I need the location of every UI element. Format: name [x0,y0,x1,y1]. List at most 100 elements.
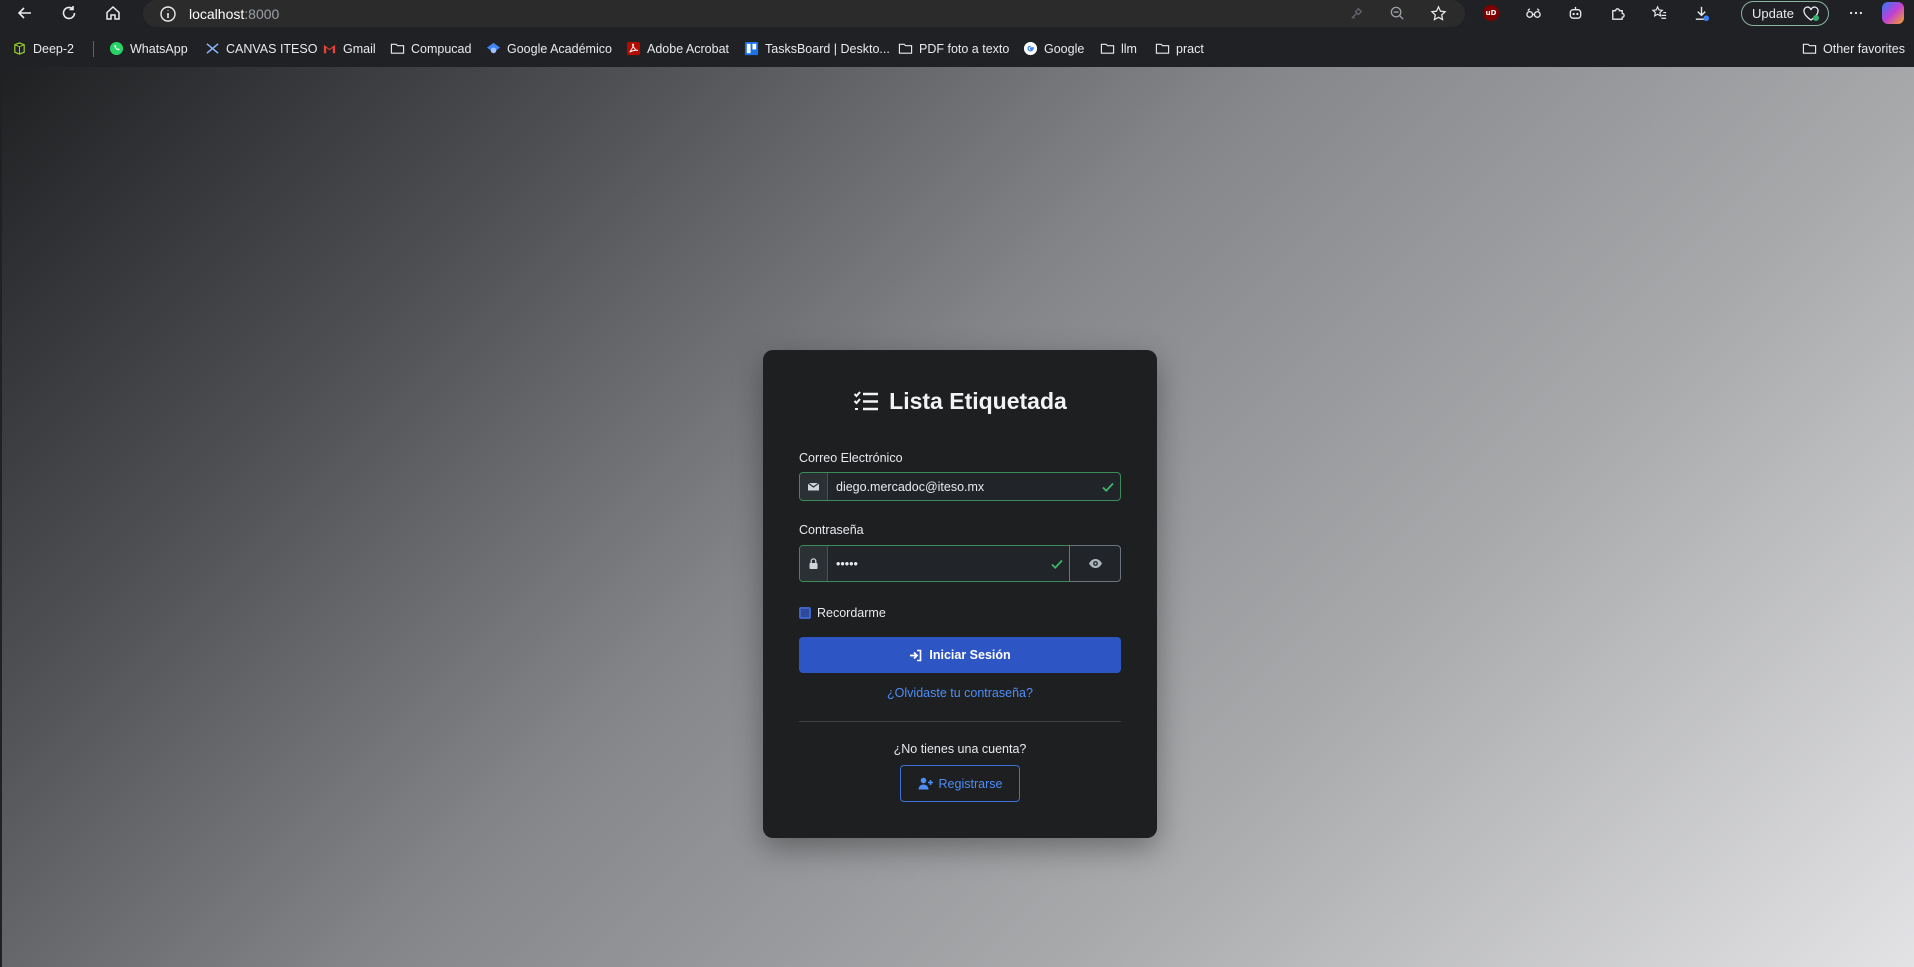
copilot-icon[interactable] [1882,2,1904,24]
reload-icon [62,6,76,20]
bookmark-label: TasksBoard | Deskto... [765,41,890,56]
bookmark-label: llm [1121,41,1137,56]
address-bar[interactable]: localhost:8000 [143,0,1465,27]
no-account-text: ¿No tienes una cuenta? [893,742,1027,756]
email-label: Correo Electrónico [799,451,903,465]
browser-toolbar: localhost:8000 uD Update [0,0,1914,27]
bookmark-label: WhatsApp [130,41,188,56]
glasses-extension[interactable] [1522,2,1544,24]
url-text: localhost:8000 [189,6,279,22]
back-button[interactable] [11,1,39,25]
update-label: Update [1752,6,1794,21]
remember-label: Recordarme [817,606,886,620]
favorites-button[interactable] [1648,2,1670,24]
sign-in-icon [910,649,922,661]
email-input-group [799,472,1121,501]
bookmark-pdf-foto-a-texto[interactable]: PDF foto a texto [898,36,1009,61]
gmail-icon [323,44,336,54]
password-prefix [800,546,828,581]
toggle-password-visibility-button[interactable] [1069,545,1121,582]
bookmark-other-favorites[interactable]: Other favorites [1802,36,1905,61]
robot-icon [1569,6,1581,19]
folder-icon [390,43,405,54]
email-field[interactable] [828,473,1096,500]
login-card: Lista Etiquetada Correo Electrónico Cont… [763,350,1157,838]
password-input-group [799,545,1070,582]
register-button[interactable]: Registrarse [900,765,1020,802]
user-plus-icon [918,777,933,790]
back-arrow-icon [17,7,31,19]
bookmark-tasksboard[interactable]: TasksBoard | Deskto... [744,36,890,61]
downloads-button[interactable] [1690,2,1712,24]
bookmark-label: Google [1044,41,1085,56]
forgot-password-link[interactable]: ¿Olvidaste tu contraseña? [763,686,1157,700]
address-bar-actions [1348,0,1447,27]
remember-me[interactable]: Recordarme [799,606,886,620]
bookmark-canvas-iteso[interactable]: CANVAS ITESO [205,36,317,61]
bookmark-deep-2[interactable]: Deep-2 [12,36,74,61]
home-button[interactable] [99,1,127,25]
url-port: :8000 [244,5,280,22]
bookmark-pract[interactable]: pract [1155,36,1204,61]
eye-icon [1088,559,1102,568]
favorite-star-icon[interactable] [1430,5,1447,22]
extensions-area: uD [1480,0,1712,26]
bookmarks-bar: Deep-2 WhatsApp CANVAS ITESO Gmail Compu… [0,36,1914,61]
bookmark-whatsapp[interactable]: WhatsApp [109,36,188,61]
login-button[interactable]: Iniciar Sesión [799,637,1121,673]
download-icon [1695,6,1709,21]
site-info-icon[interactable] [159,5,177,23]
checkmark-icon [1102,482,1114,492]
lock-icon [809,558,818,569]
canvas-icon [206,43,219,54]
ublock-icon: uD [1483,5,1499,21]
glasses-icon [1525,7,1541,18]
bookmarks-separator [93,41,94,57]
ublock-extension[interactable]: uD [1480,2,1502,24]
email-valid-check [1096,473,1120,500]
reload-button[interactable] [55,1,83,25]
task-list-icon [853,390,879,410]
tasksboard-icon [744,41,759,56]
password-label: Contraseña [799,523,864,537]
extensions-button[interactable] [1606,2,1628,24]
password-field[interactable] [828,546,1045,581]
checkmark-icon [1051,559,1063,569]
bookmark-google[interactable]: Google [1023,36,1084,61]
bookmark-adobe-acrobat[interactable]: Adobe Acrobat [626,36,729,61]
deepnote-icon [14,42,25,55]
update-button[interactable]: Update [1741,1,1829,26]
update-heart-icon [1803,6,1819,21]
zoom-out-icon[interactable] [1389,5,1406,22]
google-icon [1023,41,1038,56]
folder-icon [1802,43,1817,54]
more-dots-icon [1849,11,1863,15]
bookmark-label: PDF foto a texto [919,41,1010,56]
divider [799,721,1121,722]
email-prefix [800,473,828,500]
title-text: Lista Etiquetada [889,388,1067,414]
key-icon[interactable] [1348,5,1365,22]
bookmark-compucad[interactable]: Compucad [390,36,471,61]
register-button-label: Registrarse [938,776,1003,791]
bookmark-label: Gmail [343,41,376,56]
bookmark-label: Google Académico [507,41,612,56]
bookmark-label: CANVAS ITESO [226,41,318,56]
bookmark-google-academico[interactable]: Google Académico [486,36,612,61]
bookmark-gmail[interactable]: Gmail [322,36,376,61]
whatsapp-icon [109,41,124,56]
acrobat-icon [626,41,641,56]
bookmark-label: Other favorites [1823,41,1905,56]
remember-checkbox[interactable] [799,607,811,619]
bot-extension[interactable] [1564,2,1586,24]
url-host: localhost [189,5,245,22]
home-icon [106,5,120,20]
folder-icon [1100,43,1115,54]
bookmark-llm[interactable]: llm [1100,36,1137,61]
bookmark-label: pract [1176,41,1204,56]
page-title: Lista Etiquetada [763,388,1157,415]
bookmark-label: Compucad [411,41,472,56]
settings-more-button[interactable] [1845,2,1867,24]
password-valid-check [1045,546,1069,581]
folder-icon [1155,43,1170,54]
